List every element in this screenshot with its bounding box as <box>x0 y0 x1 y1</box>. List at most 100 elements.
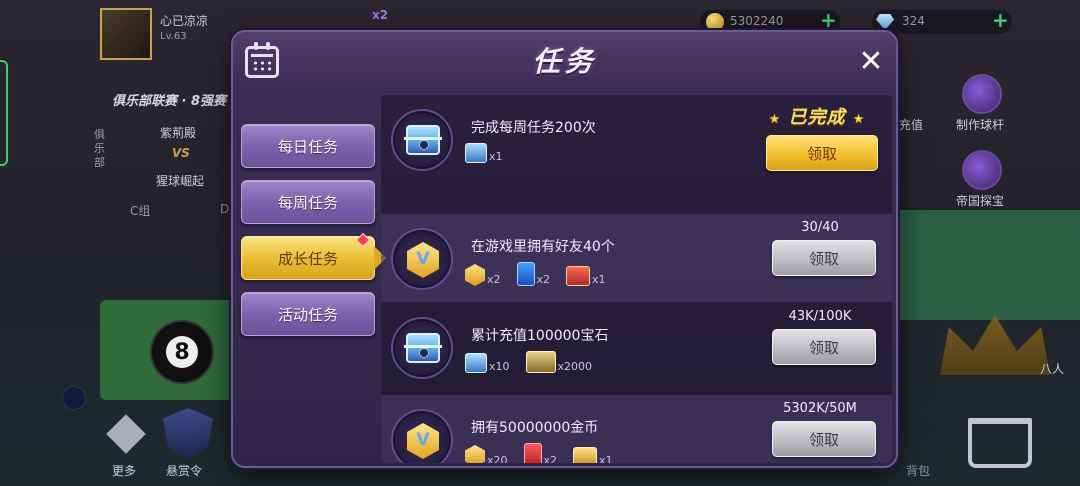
team-a-name: 紫荊殿 <box>160 126 197 140</box>
claim-button[interactable]: 领取 <box>772 421 876 457</box>
club-label: 俱乐部 <box>94 128 105 169</box>
tab-daily[interactable]: 每日任务 <box>241 124 375 168</box>
task-row: 累计充值100000宝石 x10 x2000 43K/100K 领取 <box>381 303 892 391</box>
gold-badge-icon <box>465 445 485 463</box>
reward-qty: x20 <box>487 454 508 463</box>
task-progress: 5302K/50M <box>783 401 857 416</box>
gold-badge-icon <box>465 264 485 286</box>
tab-growth[interactable]: 成长任务 <box>241 232 375 280</box>
multiplier-badge: x2 <box>372 8 389 22</box>
coin-box-icon <box>525 351 556 373</box>
tab-growth-label: 成长任务 <box>277 249 338 268</box>
reward-qty: x1 <box>489 150 503 163</box>
group-d-tab[interactable]: D <box>220 202 229 216</box>
task-icon <box>391 317 453 379</box>
shop-cart-icon[interactable] <box>968 418 1032 468</box>
bottom-item-bounty[interactable]: 悬赏令 <box>166 462 202 479</box>
reward-item: x2000 <box>525 351 593 373</box>
task-title: 拥有50000000金币 <box>471 420 599 436</box>
task-row: 完成每周任务200次 x1 ★ 已完成 ★ 领取 <box>381 95 892 183</box>
group-c-tab[interactable]: C组 <box>130 202 150 219</box>
reward-qty: x1 <box>599 454 613 463</box>
side-item-recharge[interactable]: 充值 <box>899 116 923 133</box>
side-rail-handle[interactable] <box>0 60 8 166</box>
league-title: 俱乐部联赛 · 8强赛 <box>112 94 227 109</box>
reward-item: x20 <box>465 445 508 463</box>
crown-label: 八人 <box>1040 362 1065 376</box>
table-felt-right <box>880 210 1080 320</box>
reward-qty: x2 <box>536 273 551 286</box>
make-cue-icon[interactable] <box>962 74 1002 114</box>
reward-list: x1 <box>465 143 503 163</box>
task-icon <box>391 228 453 290</box>
red-chest-icon <box>566 266 591 286</box>
task-title: 在游戏里拥有好友40个 <box>471 239 615 255</box>
diamond-chest-icon <box>465 143 487 163</box>
tab-event[interactable]: 活动任务 <box>241 292 375 336</box>
modal-header: 任务 ✕ <box>233 32 896 88</box>
star-icon: ★ <box>852 112 866 127</box>
task-progress: 43K/100K <box>788 309 852 324</box>
blue-card-icon <box>516 262 535 286</box>
completed-text: 已完成 <box>788 107 846 128</box>
claim-button[interactable]: 领取 <box>772 240 876 276</box>
task-modal: 任务 ✕ 每日任务 每周任务 成长任务 活动任务 完成每周任务200次 x1 ★… <box>231 30 898 468</box>
task-progress: 30/40 <box>801 220 839 235</box>
task-title: 累计充值100000宝石 <box>471 328 609 344</box>
reward-qty: x2000 <box>557 360 593 373</box>
reward-item: x2 <box>523 443 558 463</box>
treasure-icon[interactable] <box>962 150 1002 190</box>
reward-qty: x10 <box>489 360 510 373</box>
add-coins-button[interactable]: + <box>820 8 837 32</box>
side-item-make-cue[interactable]: 制作球杆 <box>956 116 1004 133</box>
vs-label: VS <box>172 146 190 160</box>
gold-badge-icon <box>407 423 439 459</box>
task-icon <box>391 409 453 463</box>
reward-list: x2 x2 x1 <box>465 262 606 286</box>
bottom-item-bag[interactable]: 背包 <box>906 462 930 479</box>
modal-title: 任务 <box>532 45 597 78</box>
task-row: 在游戏里拥有好友40个 x2 x2 x1 30/40 领取 <box>381 214 892 302</box>
reward-item: x1 <box>465 143 503 163</box>
player-avatar[interactable] <box>100 8 152 60</box>
diamond-chest-icon <box>465 353 487 373</box>
task-title: 完成每周任务200次 <box>471 120 596 136</box>
claim-button[interactable]: 领取 <box>772 329 876 365</box>
completed-status: ★ 已完成 ★ <box>762 103 872 129</box>
coin-icon <box>706 13 724 31</box>
gold-chest-icon <box>573 447 598 463</box>
gem-counter <box>872 10 1012 34</box>
notification-dot-icon <box>355 232 371 248</box>
reward-item: x1 <box>566 266 606 286</box>
team-b-name: 猩球崛起 <box>156 174 205 188</box>
reward-qty: x1 <box>592 273 606 286</box>
reward-item: x1 <box>573 447 613 463</box>
reward-item: x2 <box>516 262 551 286</box>
reward-item: x2 <box>465 264 501 286</box>
close-button[interactable]: ✕ <box>856 44 886 79</box>
player-level: Lv.63 <box>160 31 187 42</box>
task-list[interactable]: 完成每周任务200次 x1 ★ 已完成 ★ 领取 在游戏里拥有好友40个 <box>381 95 892 463</box>
claim-button[interactable]: 领取 <box>766 135 878 171</box>
task-tabs: 每日任务 每周任务 成长任务 活动任务 <box>241 124 375 348</box>
star-icon: ★ <box>768 112 782 127</box>
gold-badge-icon <box>407 242 439 278</box>
diamond-chest-icon <box>404 125 442 155</box>
red-card-icon <box>523 443 542 463</box>
task-row: 拥有50000000金币 x20 x2 x1 5302K/50M 领取 <box>381 395 892 463</box>
bottom-item-more[interactable]: 更多 <box>112 462 136 479</box>
gem-amount: 324 <box>902 14 925 28</box>
side-item-treasure[interactable]: 帝国探宝 <box>956 192 1004 209</box>
player-name: 心已凉凉 <box>160 14 209 28</box>
tab-weekly[interactable]: 每周任务 <box>241 180 375 224</box>
reward-qty: x2 <box>487 273 501 286</box>
reward-item: x10 <box>465 353 510 373</box>
small-ball-icon <box>62 386 86 410</box>
reward-qty: x2 <box>543 454 558 463</box>
reward-list: x20 x2 x1 <box>465 443 613 463</box>
eight-ball-icon[interactable]: 8 <box>150 320 214 384</box>
diamond-chest-icon <box>404 333 442 363</box>
add-gems-button[interactable]: + <box>992 8 1009 32</box>
task-icon <box>391 109 453 171</box>
reward-list: x10 x2000 <box>465 351 592 373</box>
